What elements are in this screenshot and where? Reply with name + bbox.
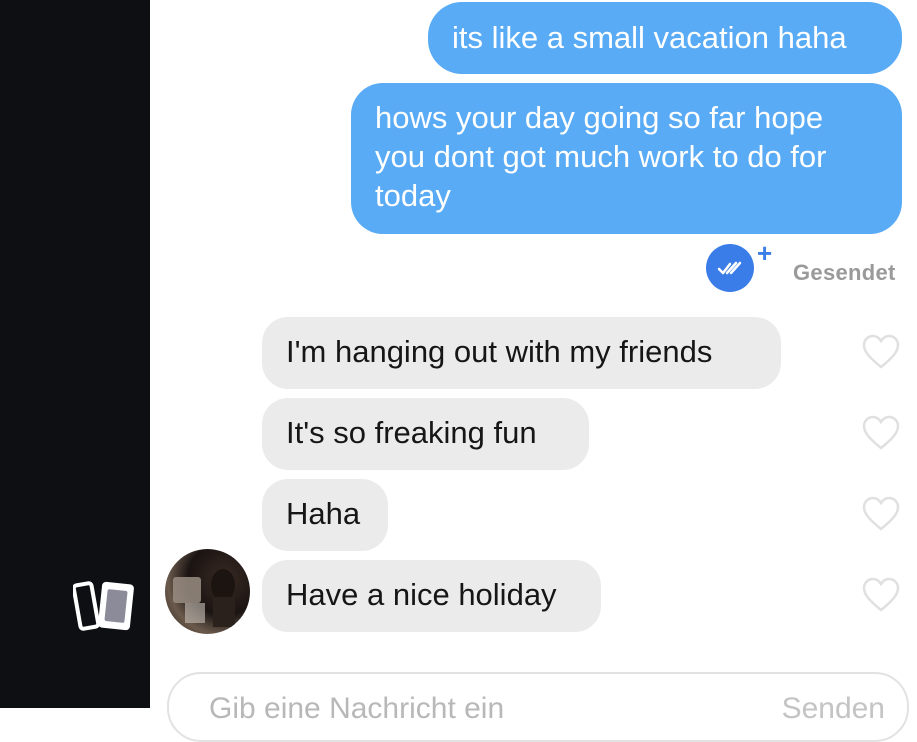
cards-icon[interactable] bbox=[73, 580, 135, 634]
outgoing-message[interactable]: hows your day going so far hope you dont… bbox=[351, 83, 902, 234]
message-status: + Gesendet bbox=[706, 238, 906, 294]
heart-icon[interactable] bbox=[862, 496, 900, 532]
heart-icon[interactable] bbox=[862, 415, 900, 451]
message-input-placeholder[interactable]: Gib eine Nachricht ein bbox=[209, 692, 504, 726]
status-label: Gesendet bbox=[793, 260, 896, 285]
message-composer[interactable]: Gib eine Nachricht ein Senden bbox=[167, 672, 909, 742]
incoming-message[interactable]: Have a nice holiday bbox=[262, 560, 601, 632]
heart-icon[interactable] bbox=[862, 334, 900, 370]
incoming-message[interactable]: Haha bbox=[262, 479, 388, 551]
outgoing-message[interactable]: its like a small vacation haha bbox=[428, 2, 902, 74]
send-button[interactable]: Senden bbox=[782, 692, 885, 726]
chat-panel: its like a small vacation haha hows your… bbox=[150, 0, 917, 742]
incoming-message[interactable]: It's so freaking fun bbox=[262, 398, 589, 470]
left-rail bbox=[0, 0, 150, 708]
double-check-icon bbox=[706, 244, 754, 292]
incoming-message[interactable]: I'm hanging out with my friends bbox=[262, 317, 781, 389]
heart-icon[interactable] bbox=[862, 577, 900, 613]
avatar[interactable] bbox=[165, 549, 250, 634]
plus-icon[interactable]: + bbox=[757, 238, 772, 269]
